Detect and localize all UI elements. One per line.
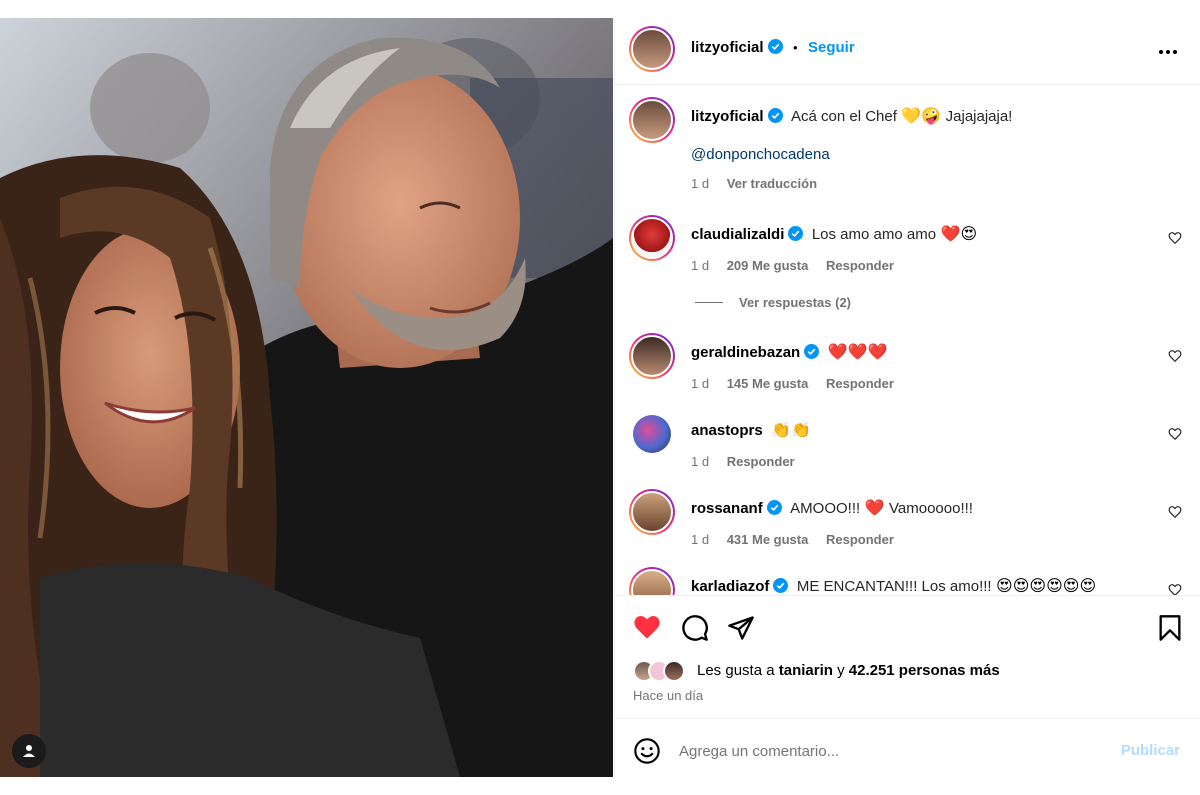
author-username[interactable]: litzyoficial: [691, 39, 764, 56]
likes-prefix: Les gusta a: [697, 662, 775, 679]
comment-item: karladiazof ME ENCANTAN!!! Los amo!!! 😍😍…: [615, 567, 1200, 595]
translate-link[interactable]: Ver traducción: [727, 176, 817, 191]
comment-emojis: ❤️❤️❤️: [827, 342, 888, 361]
comment-tail: Vamooooo!!!: [889, 500, 973, 517]
comments-list[interactable]: litzyoficial Acá con el Chef 💛🤪 Jajajaja…: [615, 85, 1200, 595]
post-time[interactable]: Hace un día: [633, 688, 703, 703]
caption-tail: Jajajajaja!: [945, 108, 1013, 125]
comment-username[interactable]: geraldinebazan: [691, 344, 800, 361]
reply-button[interactable]: Responder: [826, 376, 894, 391]
publish-button[interactable]: Publicar: [1121, 742, 1180, 759]
likers-avatars[interactable]: [633, 660, 693, 682]
view-replies-label: Ver respuestas (2): [739, 295, 852, 310]
caption-username[interactable]: litzyoficial: [691, 108, 764, 125]
photo-illustration: [0, 18, 613, 777]
follow-button[interactable]: Seguir: [808, 39, 855, 56]
likes-summary: Les gusta a taniarin y 42.251 personas m…: [697, 662, 1000, 679]
comment-emojis: ❤️: [864, 498, 885, 517]
comment-like-icon[interactable]: [1168, 505, 1182, 519]
comment-emojis: 😍😍😍😍😍😍: [996, 576, 1097, 595]
comment-body: karladiazof ME ENCANTAN!!! Los amo!!! 😍😍…: [691, 576, 1096, 595]
caption-mention[interactable]: @donponchocadena: [691, 146, 830, 163]
caption-text: Acá con el Chef: [790, 108, 897, 125]
more-icon[interactable]: [1158, 42, 1178, 62]
header-dot: •: [792, 40, 798, 55]
likes-user[interactable]: taniarin: [779, 662, 833, 679]
caption-avatar[interactable]: [629, 97, 675, 143]
post-actions: Les gusta a taniarin y 42.251 personas m…: [615, 595, 1200, 719]
verified-icon: [766, 500, 782, 515]
comment-item: geraldinebazan ❤️❤️❤️ 1 d 145 Me gusta R…: [615, 333, 1200, 403]
verified-icon: [773, 578, 789, 593]
comment-avatar[interactable]: [629, 489, 675, 535]
reply-button[interactable]: Responder: [826, 532, 894, 547]
add-comment-bar: Publicar: [615, 718, 1200, 778]
comment-emojis: 👏👏: [771, 420, 811, 439]
comment-text: Los amo amo amo: [811, 226, 937, 243]
comment-text: ME ENCANTAN!!! Los amo!!!: [796, 578, 992, 595]
comment-likes[interactable]: 145 Me gusta: [727, 376, 809, 391]
comment-avatar[interactable]: [633, 415, 671, 453]
comment-body: rossananf AMOOO!!! ❤️ Vamooooo!!! 1 d 43…: [691, 498, 973, 547]
comment-age[interactable]: 1 d: [691, 454, 709, 469]
comment-icon[interactable]: [681, 614, 709, 642]
heart-icon[interactable]: [633, 614, 661, 640]
post-side-panel: litzyoficial • Seguir litzyoficial Acá c…: [614, 18, 1200, 777]
liker-avatar: [663, 660, 685, 682]
comment-likes[interactable]: 431 Me gusta: [727, 532, 809, 547]
comment-body: geraldinebazan ❤️❤️❤️ 1 d 145 Me gusta R…: [691, 342, 908, 391]
comment-like-icon[interactable]: [1168, 349, 1182, 363]
comment-username[interactable]: claudializaldi: [691, 226, 784, 243]
comment-username[interactable]: anastoprs: [691, 422, 763, 439]
caption-body: litzyoficial Acá con el Chef 💛🤪 Jajajaja…: [691, 106, 1171, 191]
comment-body: claudializaldi Los amo amo amo ❤️😍 1 d 2…: [691, 224, 977, 310]
verified-icon: [788, 226, 804, 241]
reply-button[interactable]: Responder: [727, 454, 795, 469]
reply-button[interactable]: Responder: [826, 258, 894, 273]
verified-icon: [804, 344, 820, 359]
comment-likes[interactable]: 209 Me gusta: [727, 258, 809, 273]
comment-text: AMOOO!!!: [790, 500, 861, 517]
comment-age[interactable]: 1 d: [691, 532, 709, 547]
comment-avatar[interactable]: [629, 333, 675, 379]
caption-age[interactable]: 1 d: [691, 176, 709, 191]
verified-icon: [767, 108, 783, 123]
comment-item: anastoprs 👏👏 1 d Responder: [615, 411, 1200, 481]
comment-input[interactable]: [677, 735, 1101, 767]
comment-like-icon[interactable]: [1168, 583, 1182, 595]
comment-username[interactable]: rossananf: [691, 500, 763, 517]
emoji-icon[interactable]: [633, 737, 661, 765]
replies-line: [695, 302, 723, 303]
comment-body: anastoprs 👏👏 1 d Responder: [691, 420, 811, 469]
user-tag-icon: [23, 745, 35, 757]
comment-username[interactable]: karladiazof: [691, 578, 769, 595]
comment-like-icon[interactable]: [1168, 427, 1182, 441]
caption: litzyoficial Acá con el Chef 💛🤪 Jajajaja…: [615, 85, 1200, 205]
likes-count[interactable]: 42.251 personas más: [849, 662, 1000, 679]
comment-like-icon[interactable]: [1168, 231, 1182, 245]
user-tag-button[interactable]: [12, 734, 46, 768]
comment-age[interactable]: 1 d: [691, 376, 709, 391]
post-photo[interactable]: [0, 18, 613, 777]
bookmark-icon[interactable]: [1158, 614, 1182, 642]
caption-emojis: 💛🤪: [901, 106, 942, 125]
comment-item: claudializaldi Los amo amo amo ❤️😍 1 d 2…: [615, 215, 1200, 325]
author-avatar[interactable]: [629, 26, 675, 72]
comment-age[interactable]: 1 d: [691, 258, 709, 273]
verified-icon: [767, 39, 783, 54]
post-header: litzyoficial • Seguir: [615, 18, 1200, 85]
comment-item: rossananf AMOOO!!! ❤️ Vamooooo!!! 1 d 43…: [615, 489, 1200, 559]
header-line: litzyoficial • Seguir: [691, 39, 855, 57]
comment-avatar[interactable]: [629, 567, 675, 595]
share-icon[interactable]: [727, 614, 755, 642]
view-replies-button[interactable]: Ver respuestas (2): [695, 295, 977, 310]
comment-emojis: ❤️😍: [940, 224, 978, 243]
likes-conj: y: [837, 662, 845, 679]
comment-avatar[interactable]: [629, 215, 675, 261]
